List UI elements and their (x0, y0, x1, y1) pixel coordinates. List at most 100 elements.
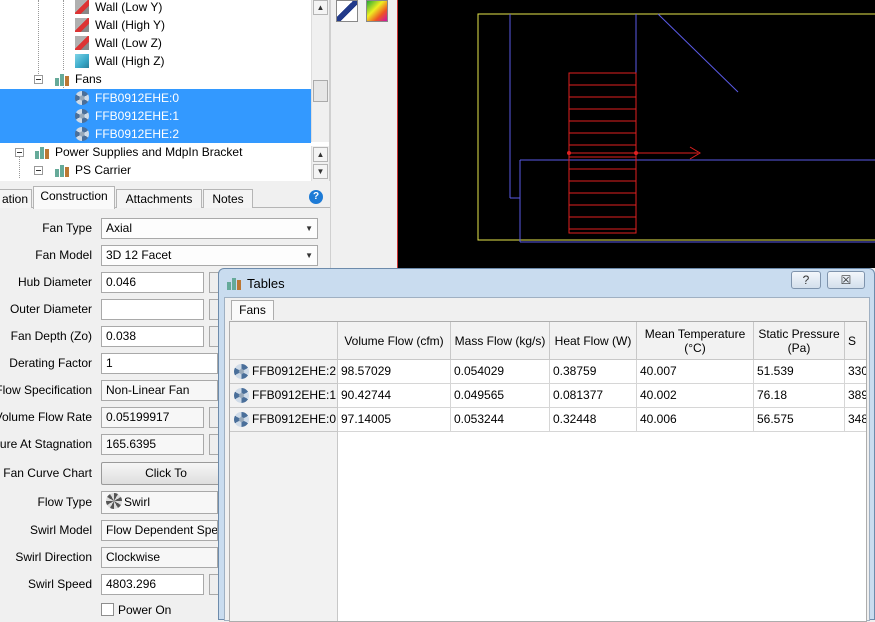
tree-item-wall-low-z[interactable]: Wall (Low Z) (0, 34, 311, 52)
tree-item-wall-high-y[interactable]: Wall (High Y) (0, 16, 311, 34)
results-plot-icon[interactable] (366, 0, 388, 22)
pressure-stagnation-input[interactable]: 165.6395 (101, 434, 204, 455)
fan-model-select[interactable]: 3D 12 Facet (101, 245, 318, 266)
table-cell[interactable]: 56.575 (754, 408, 845, 432)
tree-item-fan-2[interactable]: FFB0912EHE:2 (0, 125, 311, 143)
tab-attachments[interactable]: Attachments (116, 189, 202, 208)
table-cell[interactable]: 40.002 (637, 384, 754, 408)
swirl-icon (106, 493, 122, 509)
tree-item-fans[interactable]: Fans (0, 70, 311, 88)
close-button[interactable]: ☒ (827, 271, 865, 289)
volume-flow-rate-label: n Volume Flow Rate (0, 410, 92, 424)
swirl-direction-select[interactable]: Clockwise (101, 547, 218, 568)
swirl-model-select[interactable]: Flow Dependent Speed (101, 520, 218, 541)
table-corner[interactable] (230, 322, 338, 360)
table-cell[interactable]: 97.14005 (338, 408, 451, 432)
table-cell[interactable]: 40.007 (637, 360, 754, 384)
outline-enclosure (477, 13, 875, 241)
help-icon[interactable]: ? (309, 190, 323, 204)
pressure-stagnation-label: ssure At Stagnation (0, 437, 92, 451)
fan-curve-chart-button[interactable]: Click To (101, 462, 231, 485)
fan-icon (234, 364, 249, 379)
column-header[interactable]: Heat Flow (W) (550, 322, 637, 360)
tab-location[interactable]: ation (0, 189, 32, 208)
fans-table[interactable]: Volume Flow (cfm) Mass Flow (kg/s) Heat … (229, 321, 867, 622)
flow-type-label: Flow Type (37, 495, 92, 509)
dialog-body: Fans Volume Flow (cfm) Mass Flow (kg/s) … (224, 297, 870, 622)
hub-diameter-label: Hub Diameter (17, 275, 92, 289)
power-on-label: Power On (118, 603, 172, 617)
table-cell[interactable]: 98.57029 (338, 360, 451, 384)
table-cell[interactable]: 90.42744 (338, 384, 451, 408)
tab-notes[interactable]: Notes (203, 189, 253, 208)
tree-item-wall-high-z[interactable]: Wall (High Z) (0, 52, 311, 70)
table-cell[interactable]: 330 (845, 360, 866, 384)
assembly-icon (35, 145, 49, 159)
help-button[interactable]: ? (791, 271, 821, 289)
outer-diameter-input[interactable] (101, 299, 204, 320)
collapse-toggle[interactable] (34, 166, 43, 175)
column-header[interactable]: Mass Flow (kg/s) (451, 322, 550, 360)
column-header[interactable]: S (845, 322, 866, 360)
fan-depth-input[interactable]: 0.038 (101, 326, 204, 347)
flow-specification-select[interactable]: Non-Linear Fan (101, 380, 218, 401)
tree-scrollbar[interactable]: ▲ (311, 0, 329, 142)
derating-factor-input[interactable]: 1 (101, 353, 218, 374)
outer-diameter-label: Outer Diameter (9, 302, 92, 316)
measure-tool-icon[interactable] (336, 0, 358, 22)
fan-icon (75, 127, 89, 141)
fan-model-label: Fan Model (35, 248, 92, 262)
tree-item-fan-1[interactable]: FFB0912EHE:1 (0, 107, 311, 125)
table-row-header[interactable]: FFB0912EHE:2 (230, 360, 338, 384)
tab-fans[interactable]: Fans (231, 300, 274, 320)
fan-origin-marker (567, 151, 571, 155)
tree-item-fan-0[interactable]: FFB0912EHE:0 (0, 89, 311, 107)
tree-item-wall-low-y[interactable]: Wall (Low Y) (0, 0, 311, 16)
swirl-speed-label: Swirl Speed (27, 577, 92, 591)
swirl-model-label: Swirl Model (29, 523, 92, 537)
column-header[interactable]: Static Pressure (Pa) (754, 322, 845, 360)
column-header[interactable]: Volume Flow (cfm) (338, 322, 451, 360)
dialog-title: Tables (247, 276, 285, 291)
wall-icon (75, 36, 89, 50)
tree-scrollbar-lower[interactable]: ▲ ▼ (311, 146, 329, 181)
derating-factor-label: Derating Factor (9, 356, 92, 370)
table-cell[interactable]: 348 (845, 408, 866, 432)
table-row-header[interactable]: FFB0912EHE:0 (230, 408, 338, 432)
collapse-toggle[interactable] (34, 75, 43, 84)
volume-flow-rate-input[interactable]: 0.05199917 (101, 407, 204, 428)
scroll-thumb[interactable] (313, 80, 328, 102)
table-row-header[interactable]: FFB0912EHE:1 (230, 384, 338, 408)
scroll-up-icon[interactable]: ▲ (313, 147, 328, 162)
swirl-direction-label: Swirl Direction (15, 550, 92, 564)
table-cell[interactable]: 76.18 (754, 384, 845, 408)
3d-viewport[interactable] (397, 0, 875, 268)
fan-type-select[interactable]: Axial (101, 218, 318, 239)
table-cell[interactable]: 0.38759 (550, 360, 637, 384)
model-tree[interactable]: Wall (Low Y) Wall (High Y) Wall (Low Z) … (0, 0, 330, 181)
table-cell[interactable]: 0.081377 (550, 384, 637, 408)
swirl-speed-input[interactable]: 4803.296 (101, 574, 204, 595)
power-on-checkbox[interactable] (101, 603, 114, 616)
column-header[interactable]: Mean Temperature (°C) (637, 322, 754, 360)
scroll-up-icon[interactable]: ▲ (313, 0, 328, 15)
tree-item-power-supplies[interactable]: Power Supplies and MdpIn Bracket (0, 143, 311, 161)
table-cell[interactable]: 0.054029 (451, 360, 550, 384)
table-cell[interactable]: 0.32448 (550, 408, 637, 432)
table-cell[interactable]: 0.049565 (451, 384, 550, 408)
table-cell[interactable]: 0.053244 (451, 408, 550, 432)
collapse-toggle[interactable] (15, 148, 24, 157)
fan-icon (75, 109, 89, 123)
fan-curve-chart-label: Fan Curve Chart (3, 466, 92, 480)
tab-construction[interactable]: Construction (33, 186, 115, 209)
flow-type-select[interactable]: Swirl (101, 491, 218, 514)
table-cell[interactable]: 51.539 (754, 360, 845, 384)
hub-diameter-input[interactable]: 0.046 (101, 272, 204, 293)
tree-item-ps-carrier[interactable]: PS Carrier (0, 161, 311, 179)
assembly-icon (55, 163, 69, 177)
assembly-icon (55, 72, 69, 86)
table-cell[interactable]: 389 (845, 384, 866, 408)
scroll-down-icon[interactable]: ▼ (313, 164, 328, 179)
fan-depth-label: Fan Depth (Zo) (10, 329, 92, 343)
table-cell[interactable]: 40.006 (637, 408, 754, 432)
